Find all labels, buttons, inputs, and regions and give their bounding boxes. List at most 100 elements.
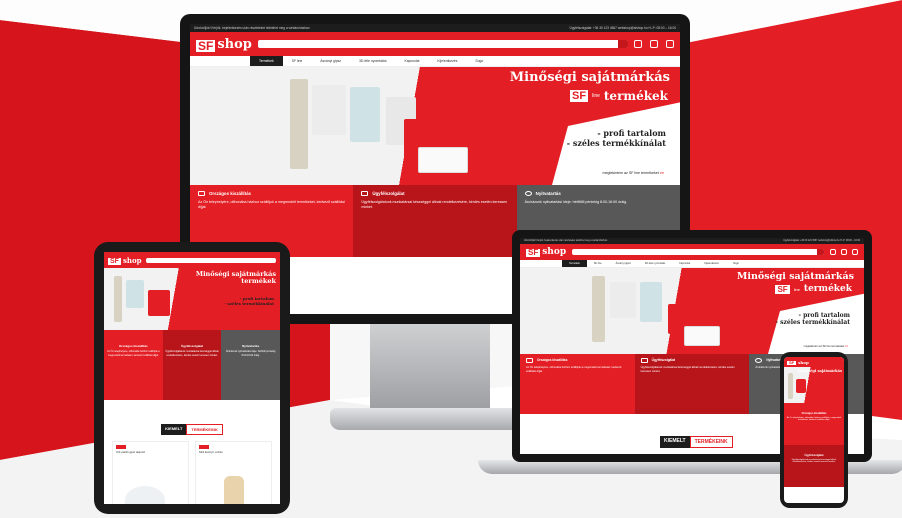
product-image [148,290,170,316]
hero-bullet-2: - széles termékkínálat [224,301,274,306]
monitor-stand-base [330,408,530,430]
product-image [350,87,380,142]
truck-icon [198,191,205,197]
nav-help[interactable]: Súgó [466,56,492,66]
site-logo[interactable]: SF shop [787,360,809,365]
hero-line2: termékek [603,89,668,103]
hero-logo-mark: SF [570,90,589,102]
site-header: SF shop [520,244,864,260]
notification-icon[interactable] [634,40,642,48]
hero-banner[interactable]: Minőségi sajátmárkás SF line termékek - … [520,268,864,354]
cart-icon[interactable] [852,249,858,255]
nav-gypsum[interactable]: Ásványi gipsz [311,56,350,66]
top-info-left: Üdvözöljük! Kérjük, bejelentkezés után r… [524,240,608,242]
feature-title: Országos kiszállítás [118,344,148,348]
user-icon[interactable] [650,40,658,48]
nav-help[interactable]: Súgó [726,260,746,267]
top-info-right: Ügyfélszolgálat: +36 30 123 4567 webshop… [569,26,676,30]
hero-line-suffix: line [793,286,800,292]
logo-word: shop [798,359,809,365]
product-image [290,79,308,169]
feature-shipping: Országos kiszállítás Az Ön telephelyére,… [784,403,844,445]
top-info-left: Üdvözöljük! Kérjük, bejelentkezés után r… [194,26,310,30]
nav-contact[interactable]: Kapcsolat [396,56,429,66]
support-icon [361,191,369,197]
featured-left: KIEMELT [161,424,187,435]
feature-title: Országos kiszállítás [801,412,827,415]
feature-shipping: Országos kiszállítás Az Ön telephelyére, … [104,330,163,400]
product-image [684,326,720,346]
hero-logo-mark: SF [775,284,790,294]
feature-support: Ügyfélszolgálat Ügyfélszolgálatunk munka… [353,185,517,257]
feature-title: Ügyfélszolgálat [651,358,676,363]
feature-title: Ügyfélszolgálat [181,344,204,348]
search-input[interactable] [257,40,628,48]
nav-sf-line[interactable]: SF line [587,260,609,267]
feature-support: Ügyfélszolgálat Ügyfélszolgálatunk munka… [784,445,844,487]
product-image [610,282,636,318]
site-logo[interactable]: SF shop [108,256,142,265]
product-image [640,282,662,322]
site-logo[interactable]: SF shop [526,247,566,257]
notification-icon[interactable] [830,249,836,255]
hero-line-suffix: line [592,93,600,99]
tablet-device: SF shop Minőségi sajátmárkás termékek - … [94,242,290,514]
product-card[interactable]: Nitril kesztyű, szürke [195,441,272,504]
hero-more-link[interactable]: megtekintem az SF line termékeket >> [602,171,664,175]
nav-gypsum[interactable]: Ásványi gipsz [609,260,638,267]
search-input[interactable] [145,257,276,263]
hero-line2: termékek [241,277,276,286]
product-image [418,147,468,173]
hero-line2: termékek [803,284,852,294]
product-image [788,373,793,399]
user-icon[interactable] [841,249,847,255]
product-badge [116,445,126,449]
site-logo[interactable]: SF shop [196,37,252,52]
main-nav: Termékek SF line Ásványi gipsz 3D-féle n… [190,56,680,67]
product-name: Nitril kesztyű, szürke [199,451,223,454]
hero-bullet-2: - széles termékkínálat [566,137,666,148]
hero-more-link[interactable]: megtekintem az SF line termékeket >> [804,345,848,348]
nav-logout[interactable]: Kijelentkezés [697,260,726,267]
nav-products[interactable]: Termékek [250,56,283,66]
nav-products[interactable]: Termékek [562,260,587,267]
featured-left: KIEMELT [660,436,690,448]
hero-banner[interactable]: Minőségi sajátmárkás SF line termékek - … [190,67,680,185]
phone-header: SF shop [784,357,844,367]
phone-hero[interactable]: Minőségi sajátmárkás [784,367,844,403]
feature-text: Áruházunk nyitvatartási ideje: hétfőtől … [524,199,628,204]
tablet-hero[interactable]: Minőségi sajátmárkás termékek - profi ta… [104,268,280,330]
product-image [312,85,346,135]
logo-mark: SF [196,38,216,53]
nav-contact[interactable]: Kapcsolat [672,260,697,267]
search-input[interactable] [572,249,824,255]
hero-line1: Minőségi sajátmárkás [736,271,854,282]
hero-more-text: megtekintem az SF line termékeket [803,345,845,348]
hero-more-arrow: >> [659,171,664,175]
product-image [125,486,165,504]
site-header: SF shop [190,32,680,56]
product-cards: ICS vakoló gipsz alapozó Nitril kesztyű,… [104,441,280,504]
featured-products-title: KIEMELT TERMÉKEINK [660,436,733,448]
featured-products-title: KIEMELT TERMÉKEINK [104,424,280,435]
phone-screen: SF shop Minőségi sajátmárkás Országos ki… [784,357,844,503]
feature-support: Ügyfélszolgálat Ügyfélszolgálatunk munkat… [162,330,222,400]
feature-text: Áruházunk nyitvatartási ideje: hétfőtől … [225,350,276,357]
search-icon[interactable] [817,249,824,255]
product-card[interactable]: ICS vakoló gipsz alapozó [112,441,189,504]
nav-3d[interactable]: 3D-féle nyomtatás [350,56,396,66]
nav-3d[interactable]: 3D-féle nyomtatás [638,260,672,267]
product-image [796,379,806,393]
truck-icon [526,358,533,363]
clock-icon [755,358,763,363]
nav-sf-line[interactable]: SF line [283,56,312,66]
logo-mark: SF [787,359,797,365]
top-info-bar: Üdvözöljük! Kérjük, bejelentkezés után r… [190,24,680,32]
nav-logout[interactable]: Kijelentkezés [428,56,466,66]
cart-icon[interactable] [666,40,674,48]
clock-icon [524,191,532,197]
featured-right: TERMÉKEINK [689,436,733,448]
logo-word: shop [542,247,567,257]
feature-support: Ügyfélszolgálat Ügyfélszolgálatunk munka… [634,354,750,414]
search-icon[interactable] [618,40,628,48]
